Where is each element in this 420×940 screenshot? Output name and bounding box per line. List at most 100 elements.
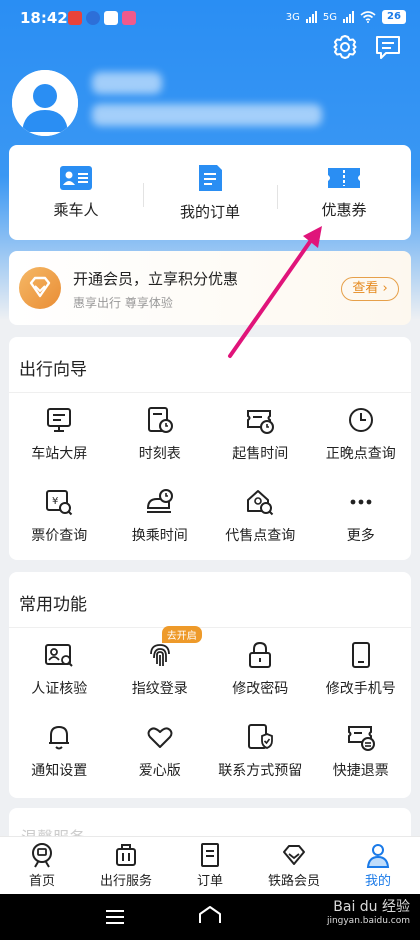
nav-label: 出行服务 [99, 874, 152, 889]
grid-item-label: 代售点查询 [225, 528, 296, 544]
heart-icon [147, 727, 173, 748]
grid-item-label: 通知设置 [31, 763, 88, 779]
common-contact-reserve[interactable]: 联系方式预留 [210, 722, 311, 780]
grid-item-label: 爱心版 [138, 763, 181, 779]
nav-label: 首页 [28, 874, 55, 889]
status-indicators: 3G 5G 26 [286, 10, 406, 24]
bell-icon [49, 726, 70, 750]
luggage-icon [116, 844, 136, 866]
grid-item-label: 起售时间 [232, 446, 289, 462]
member-view-button[interactable]: 查看 › [341, 277, 399, 301]
guide-station-screen[interactable]: 车站大屏 [9, 405, 110, 463]
app-notification-icon [122, 11, 136, 25]
home-icon[interactable] [199, 906, 221, 923]
train-home-icon [32, 843, 52, 868]
passenger-card-icon [60, 166, 92, 190]
app-notification-icon [86, 11, 100, 25]
grid-item-label: 指纹登录 [131, 681, 188, 697]
nav-label: 订单 [196, 874, 223, 889]
menu-icon[interactable] [106, 910, 124, 924]
wifi-icon [360, 11, 376, 23]
signal-2-label: 5G [322, 11, 337, 23]
blurred-account-info [92, 104, 322, 126]
person-icon [366, 844, 390, 868]
phone-icon [351, 642, 370, 668]
avatar[interactable] [12, 70, 78, 136]
sale-time-icon [247, 410, 275, 434]
common-care-mode[interactable]: 爱心版 [110, 722, 211, 780]
order-doc-icon [199, 165, 222, 191]
common-change-password[interactable]: 修改密码 [210, 640, 311, 698]
common-functions-card: 常用功能 人证核验 去开启 指纹登录 修改密码 修改手机号 通知设置 爱心版 联… [9, 572, 411, 798]
quick-link-coupons[interactable]: 优惠券 [277, 165, 411, 220]
settings-gear-icon[interactable] [330, 32, 360, 62]
common-notification-settings[interactable]: 通知设置 [9, 722, 110, 780]
guide-timetable[interactable]: 时刻表 [110, 405, 211, 463]
transfer-time-icon [146, 489, 173, 513]
bottom-navigation: 首页 出行服务 订单 铁路会员 我的 [0, 836, 420, 894]
grid-item-label: 时刻表 [138, 446, 181, 462]
common-id-verify[interactable]: 人证核验 [9, 640, 110, 698]
nav-railway-membership[interactable]: 铁路会员 [252, 837, 336, 894]
diamond-icon [283, 845, 305, 865]
grid-item-label: 修改密码 [232, 681, 289, 697]
watermark-url: jingyan.baidu.com [326, 916, 410, 926]
guide-sale-time[interactable]: 起售时间 [210, 405, 311, 463]
fingerprint-icon [149, 644, 170, 666]
guide-fare-query[interactable]: ¥ 票价查询 [9, 487, 110, 545]
grid-item-label: 换乘时间 [131, 528, 188, 544]
more-dots-icon [350, 499, 372, 505]
quick-link-orders[interactable]: 我的订单 [143, 163, 277, 222]
section-title: 出行向导 [19, 360, 87, 380]
nav-travel-services[interactable]: 出行服务 [84, 837, 168, 894]
signal-1-label: 3G [285, 11, 300, 23]
member-diamond-icon [19, 267, 61, 309]
quick-link-passengers[interactable]: 乘车人 [9, 165, 143, 220]
clock-icon [348, 408, 373, 432]
status-bar: 18:42 3G 5G 26 [0, 0, 420, 36]
guide-more[interactable]: 更多 [311, 487, 412, 545]
nav-orders[interactable]: 订单 [168, 837, 252, 894]
grid-item-label: 车站大屏 [31, 446, 88, 462]
message-icon[interactable] [373, 32, 403, 62]
watermark: Bai du 经验 jingyan.baidu.com [327, 896, 410, 926]
signal-bars-icon [343, 11, 354, 23]
nav-mine[interactable]: 我的 [336, 837, 420, 894]
lock-icon [249, 641, 272, 668]
nav-label: 铁路会员 [267, 874, 320, 889]
grid-item-label: 正晚点查询 [325, 446, 396, 462]
timetable-icon [147, 407, 173, 433]
section-title: 常用功能 [19, 595, 87, 615]
contact-shield-icon [248, 724, 274, 749]
status-app-icons [68, 11, 136, 25]
app-notification-icon [68, 11, 82, 25]
order-list-icon [201, 843, 219, 867]
grid-item-label: 修改手机号 [325, 681, 396, 697]
guide-agency-query[interactable]: 代售点查询 [210, 487, 311, 545]
fare-search-icon: ¥ [46, 490, 73, 516]
quick-links-card: 乘车人 我的订单 优惠券 [9, 145, 411, 240]
common-change-phone[interactable]: 修改手机号 [311, 640, 412, 698]
common-quick-refund[interactable]: 快捷退票 [311, 722, 412, 780]
quick-link-label: 我的订单 [179, 203, 240, 221]
grid-item-label: 快捷退票 [332, 763, 389, 779]
signal-bars-icon [305, 11, 317, 23]
grid-item-label: 更多 [346, 528, 375, 544]
enable-tag[interactable]: 去开启 [161, 626, 202, 643]
svg-text:¥: ¥ [52, 496, 58, 507]
guide-delay-query[interactable]: 正晚点查询 [311, 405, 412, 463]
refund-ticket-icon [347, 726, 375, 751]
common-fingerprint-login[interactable]: 去开启 指纹登录 [110, 626, 211, 698]
divider [9, 392, 411, 393]
blurred-username [92, 72, 162, 94]
grid-item-label: 票价查询 [31, 528, 88, 544]
default-avatar-icon [12, 70, 78, 136]
agency-search-icon [247, 490, 274, 516]
membership-banner[interactable]: 开通会员，立享积分优惠 惠享出行 尊享体验 查看 › [9, 251, 411, 325]
guide-transfer-time[interactable]: 换乘时间 [110, 487, 211, 545]
grid-item-label: 联系方式预留 [218, 763, 303, 779]
travel-guide-card: 出行向导 车站大屏 时刻表 起售时间 正晚点查询 ¥ 票价查询 换乘时间 代售点… [9, 337, 411, 560]
divider [9, 627, 411, 628]
id-verify-icon [45, 644, 73, 667]
nav-home[interactable]: 首页 [0, 837, 84, 894]
